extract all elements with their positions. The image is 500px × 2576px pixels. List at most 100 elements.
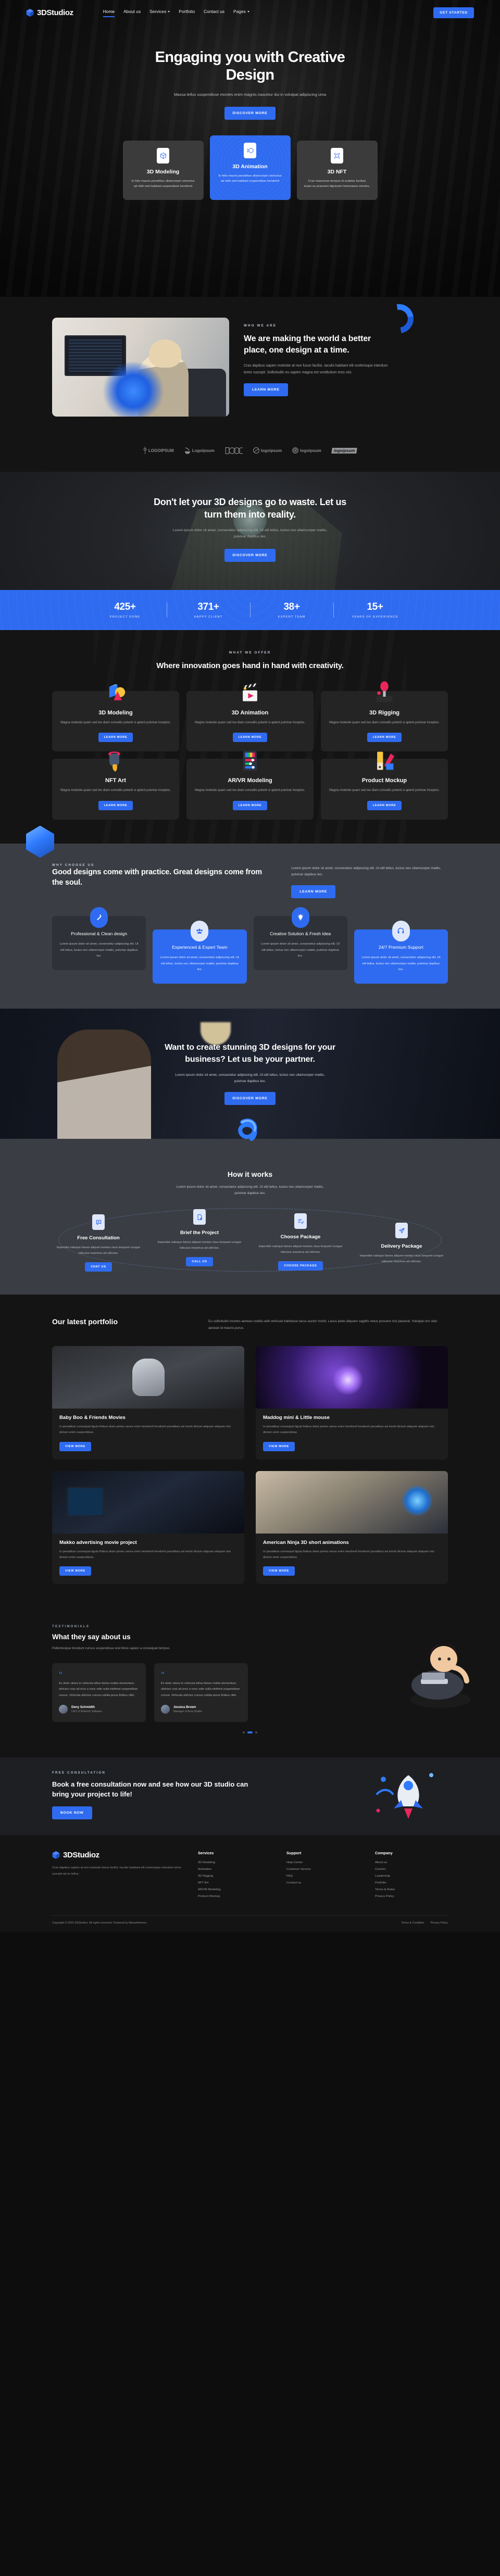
hero-discover-more-button[interactable]: DISCOVER MORE [224, 106, 276, 120]
footer-link[interactable]: Terms & Rules [375, 1888, 448, 1891]
service-card-3d-rigging[interactable]: 3D Rigging Magna molestie quam sed leo d… [321, 681, 448, 752]
portfolio-card-maddog-mini[interactable]: Maddog mini & Little mouse In penatibus … [256, 1346, 448, 1460]
step-title: Free Consultation [77, 1235, 120, 1241]
footer-terms-link[interactable]: Terms & Condition [401, 1921, 424, 1925]
footer-link[interactable]: Portfolio [375, 1881, 448, 1884]
why-card-professional-clean-design[interactable]: Professional & Clean design Lorem ipsum … [52, 907, 146, 970]
footer-link[interactable]: Contact us [286, 1881, 359, 1884]
footer-column-support: Support Help Center Customer Service FAQ… [286, 1851, 359, 1902]
footer-link[interactable]: FAQ [286, 1875, 359, 1878]
hero-card-title: 3D NFT [327, 168, 347, 175]
joystick-icon [376, 681, 393, 702]
testimonial-role: Manager of Aura Studio [173, 1710, 202, 1713]
service-learn-more-button[interactable]: LEARN MORE [98, 733, 133, 743]
character-illustration [410, 1643, 471, 1708]
stat-years-of-experience: 15+ YEARS OF EXPERIENCE [333, 601, 417, 619]
why-learn-more-button[interactable]: LEARN MORE [291, 885, 336, 898]
why-card-247-premium-support[interactable]: 24/7 Premium Support Lorem ipsum dolor s… [354, 920, 448, 984]
portfolio-view-more-button[interactable]: VIEW MORE [59, 1441, 91, 1451]
testimonial-card[interactable]: “ Ex dolor utices in vehicula tellus fam… [52, 1663, 146, 1722]
footer-link[interactable]: Animation [198, 1868, 271, 1871]
client-logos-section: LOGOIPSUM Logoipsum logoipsum logoipsum … [0, 441, 500, 472]
why-card-creative-solution-fresh-idea[interactable]: Creative Solution & Fresh Idea Lorem ips… [253, 907, 347, 970]
step-text: Imperdiet natoque fames aliquet montes r… [359, 1254, 444, 1264]
blue-spring-decoration [238, 1118, 257, 1141]
book-now-button[interactable]: BOOK NOW [52, 1806, 92, 1820]
service-learn-more-button[interactable]: LEARN MORE [367, 733, 402, 743]
testimonials-section: TESTIMONIALS What they say about us Pell… [0, 1609, 500, 1757]
footer-link[interactable]: Product Mockup [198, 1895, 271, 1898]
services-eyebrow: WHAT WE OFFER [229, 650, 271, 655]
carousel-dot[interactable] [243, 1731, 245, 1733]
portfolio-view-more-button[interactable]: VIEW MORE [263, 1566, 295, 1576]
footer-link[interactable]: 3D Modeling [198, 1861, 271, 1864]
brand-logo[interactable]: 3DStudioz [26, 8, 73, 17]
why-eyebrow: WHY CHOOSE US [52, 863, 95, 867]
footer-column-services: Services 3D Modeling Animation 3D Riggin… [198, 1851, 271, 1902]
nav-item-portfolio[interactable]: Portfolio [179, 9, 195, 16]
checklist-icon [294, 1213, 307, 1229]
footer-link[interactable]: Customer Service [286, 1868, 359, 1871]
choose-package-button[interactable]: CHOOSE PACKAGE [278, 1261, 323, 1271]
nav-item-contact-us[interactable]: Contact us [204, 9, 224, 16]
copyright-text: Copyright © 2023 3DStudioz. All rights r… [52, 1921, 147, 1925]
cta-photo-discover-button[interactable]: DISCOVER MORE [224, 1091, 276, 1105]
how-it-works-section: How it works Lorem ipsum dolor sit amet,… [0, 1118, 500, 1295]
portfolio-card-makko[interactable]: Makko advertising movie project In penat… [52, 1471, 244, 1585]
footer-link[interactable]: AR/VR Modeling [198, 1888, 271, 1891]
chat-us-button[interactable]: CHAT US [85, 1262, 112, 1272]
service-title: 3D Modeling [98, 709, 133, 716]
nav-item-services[interactable]: Services [149, 9, 170, 16]
why-choose-us-section: WHY CHOOSE US Good designs come with pra… [0, 825, 500, 1009]
hero-card-title: 3D Animation [232, 163, 268, 170]
carousel-dot-active[interactable] [247, 1731, 253, 1733]
about-learn-more-button[interactable]: LEARN MORE [244, 383, 288, 397]
service-learn-more-button[interactable]: LEARN MORE [98, 800, 133, 810]
call-us-button[interactable]: CALL US [186, 1257, 213, 1267]
service-card-3d-animation[interactable]: 3D Animation Magna molestie quam sed leo… [186, 683, 314, 752]
footer-privacy-link[interactable]: Privacy Policy [430, 1921, 448, 1925]
service-learn-more-button[interactable]: LEARN MORE [232, 733, 268, 743]
portfolio-card-title: American Ninja 3D short animations [263, 1539, 349, 1545]
stat-value: 15+ [367, 601, 383, 612]
testimonial-role: CEO of Roberto Software [71, 1710, 102, 1713]
cta-dark-discover-button[interactable]: DISCOVER MORE [224, 548, 276, 562]
carousel-dot[interactable] [255, 1731, 257, 1733]
footer-link[interactable]: Help Center [286, 1861, 359, 1864]
service-card-nft-art[interactable]: NFT Art Magna molestie quam sed leo diam… [52, 751, 179, 820]
footer-brand-logo[interactable]: 3DStudioz [52, 1851, 182, 1859]
footer-link[interactable]: About us [375, 1861, 448, 1864]
service-learn-more-button[interactable]: LEARN MORE [232, 800, 268, 810]
portfolio-view-more-button[interactable]: VIEW MORE [263, 1441, 295, 1451]
cube-icon [26, 8, 34, 17]
nav-item-home[interactable]: Home [103, 9, 115, 17]
nav-item-about-us[interactable]: About us [123, 9, 141, 16]
service-learn-more-button[interactable]: LEARN MORE [367, 800, 402, 810]
footer-link[interactable]: Careers [375, 1868, 448, 1871]
stats-section: 425+ PROJECT DONE 371+ HAPPY CLIENT 38+ … [0, 589, 500, 630]
service-card-product-mockup[interactable]: Product Mockup Magna molestie quam sed l… [321, 751, 448, 820]
service-card-arvr-modeling[interactable]: AR/VR Modeling Magna molestie quam sed l… [186, 751, 314, 820]
portfolio-view-more-button[interactable]: VIEW MORE [59, 1566, 91, 1576]
team-icon [191, 920, 209, 941]
footer-about-text: Cras dapibus sapien at non molestie fusc… [52, 1866, 181, 1876]
hero-card-3d-modeling[interactable]: 3D Modeling In felis mauris penatibus ul… [122, 140, 204, 200]
magic-wand-icon [90, 907, 108, 928]
service-card-3d-modeling[interactable]: 3D Modeling Magna molestie quam sed leo … [52, 684, 179, 752]
why-card-experienced-expert-team[interactable]: Experienced & Expert Team Lorem ipsum do… [153, 920, 247, 984]
testimonial-card[interactable]: “ Ex dolor utices in vehicula tellus fam… [154, 1663, 248, 1722]
get-started-button[interactable]: GET STARTED [433, 7, 474, 18]
hero-section: 3DStudioz Home About us Services Portfol… [0, 0, 500, 297]
hero-title: Engaging you with Creative Design [155, 49, 345, 83]
footer-link[interactable]: 3D Rigging [198, 1875, 271, 1878]
footer-link[interactable]: Privacy Policy [375, 1895, 448, 1898]
footer-link[interactable]: Leadership [375, 1875, 448, 1878]
footer-link[interactable]: NFT Art [198, 1881, 271, 1884]
portfolio-card-american-ninja[interactable]: American Ninja 3D short animations In pe… [256, 1471, 448, 1585]
shapes-3d-icon [109, 684, 126, 700]
about-section: WHO WE ARE We are making the world a bet… [0, 297, 500, 441]
hero-card-3d-animation[interactable]: 3D Animation In felis mauris penatibus u… [209, 135, 291, 200]
hero-card-3d-nft[interactable]: 3D NFT Cras maecenas tempus id sodales f… [296, 140, 378, 200]
nav-item-pages[interactable]: Pages [233, 9, 249, 16]
portfolio-card-baby-boo[interactable]: Baby Boo & Friends Movies In penatibus c… [52, 1346, 244, 1460]
